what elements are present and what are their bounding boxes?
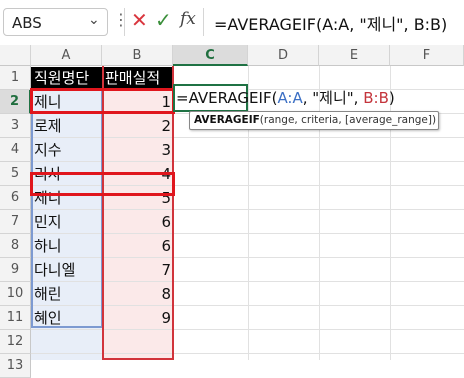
name-box-text: ABS [12, 14, 42, 32]
cell-a4[interactable]: 지수 [34, 138, 100, 162]
row-header-1[interactable]: 1 [0, 66, 31, 90]
cancel-icon[interactable]: ✕ [131, 8, 148, 32]
cell-c2-editor[interactable]: =AVERAGEIF(A:A, "제니", B:B) [176, 87, 395, 108]
edit-middle: , "제니", [302, 89, 364, 107]
divider [124, 8, 125, 36]
edit-ref-a: A:A [277, 89, 303, 107]
row-header-9[interactable]: 9 [0, 258, 31, 282]
formula-bar: ABS ⌄ ⋮ ✕ ✓ fx =AVERAGEIF(A:A, "제니", B:B… [0, 0, 464, 45]
cell-b4[interactable]: 3 [102, 138, 171, 162]
row-header-3[interactable]: 3 [0, 114, 31, 138]
row-header-7[interactable]: 7 [0, 210, 31, 234]
column-header-c[interactable]: C [173, 45, 248, 66]
cell-b11[interactable]: 9 [102, 306, 171, 330]
grid-line [31, 353, 464, 354]
cell-a11[interactable]: 혜인 [34, 306, 100, 330]
cell-a10[interactable]: 해린 [34, 282, 100, 306]
column-header-b[interactable]: B [102, 45, 173, 66]
cell-a8[interactable]: 하니 [34, 234, 100, 258]
row-header-5[interactable]: 5 [0, 162, 31, 186]
cell-b3[interactable]: 2 [102, 114, 171, 138]
tooltip-function-name[interactable]: AVERAGEIF [194, 114, 260, 126]
row-header-12[interactable]: 12 [0, 330, 31, 354]
divider [203, 8, 204, 36]
row-header-8[interactable]: 8 [0, 234, 31, 258]
formula-input[interactable]: =AVERAGEIF(A:A, "제니", B:B) [214, 11, 447, 35]
cell-b7[interactable]: 6 [102, 210, 171, 234]
cell-a3[interactable]: 로제 [34, 114, 100, 138]
more-options-icon[interactable]: ⋮ [113, 10, 129, 30]
row-header-6[interactable]: 6 [0, 186, 31, 210]
name-box[interactable]: ABS ⌄ [3, 8, 108, 36]
cell-b8[interactable]: 6 [102, 234, 171, 258]
chevron-down-icon[interactable]: ⌄ [88, 12, 100, 28]
match-highlight-row-2 [30, 88, 175, 114]
row-header-10[interactable]: 10 [0, 282, 31, 306]
cell-b9[interactable]: 7 [102, 258, 171, 282]
cell-a1[interactable]: 직원명단 [31, 67, 102, 89]
cell-a7[interactable]: 민지 [34, 210, 100, 234]
row-header-4[interactable]: 4 [0, 138, 31, 162]
insert-function-icon[interactable]: fx [180, 9, 196, 29]
edit-prefix: =AVERAGEIF( [176, 89, 278, 107]
edit-suffix: ) [388, 89, 395, 107]
column-header-d[interactable]: D [248, 45, 319, 66]
enter-check-icon[interactable]: ✓ [155, 8, 172, 32]
cell-a9[interactable]: 다니엘 [34, 258, 100, 282]
cell-b10[interactable]: 8 [102, 282, 171, 306]
row-header-11[interactable]: 11 [0, 306, 31, 330]
edit-ref-b: B:B [363, 89, 389, 107]
column-header-a[interactable]: A [31, 45, 102, 66]
row-header-2[interactable]: 2 [0, 90, 31, 114]
tooltip-arguments: (range, criteria, [average_range]) [259, 114, 437, 126]
function-tooltip: AVERAGEIF(range, criteria, [average_rang… [189, 111, 439, 130]
column-header-e[interactable]: E [319, 45, 390, 66]
match-highlight-row-6 [30, 172, 175, 196]
select-all-corner[interactable] [0, 45, 31, 66]
column-header-f[interactable]: F [390, 45, 464, 66]
row-header-13[interactable]: 13 [0, 354, 31, 378]
